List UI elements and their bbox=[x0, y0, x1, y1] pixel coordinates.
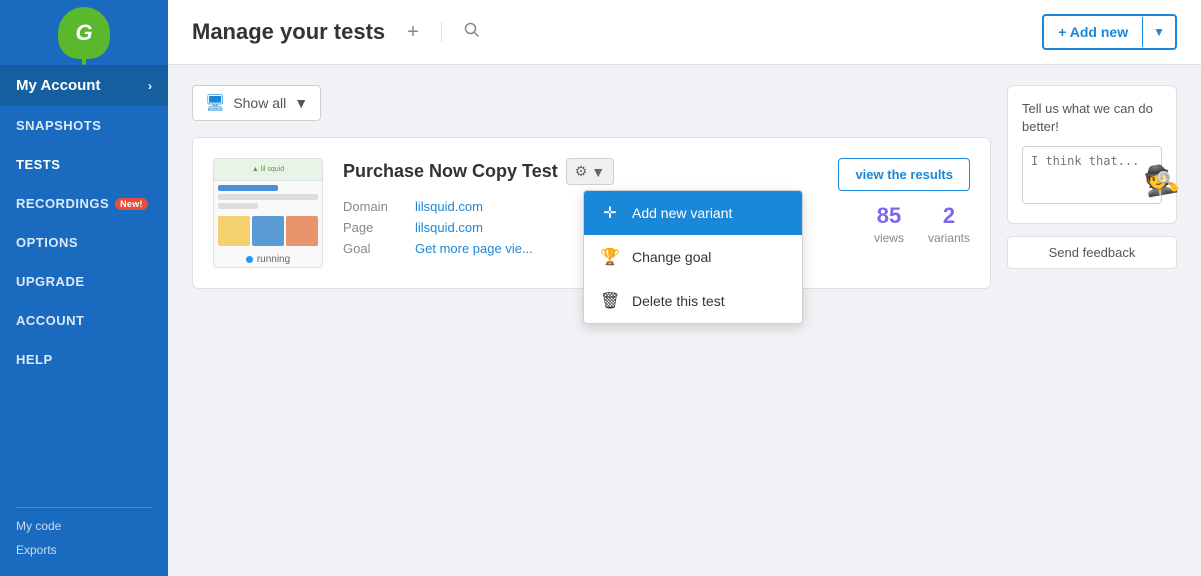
sidebar-item-upgrade[interactable]: UPGRADE bbox=[0, 262, 168, 301]
thumb-line-1 bbox=[218, 185, 278, 191]
domain-label: Domain bbox=[343, 199, 403, 214]
send-feedback-button[interactable]: Send feedback bbox=[1007, 236, 1177, 269]
test-gear-button[interactable]: ⚙ ▼ bbox=[566, 158, 614, 185]
views-label: views bbox=[874, 231, 904, 245]
my-code-link[interactable]: My code bbox=[16, 516, 152, 536]
status-dot-icon bbox=[246, 256, 253, 263]
test-dropdown-menu: ✛ Add new variant 🏆 Change goal 🗑 Delete… bbox=[583, 190, 803, 324]
upgrade-label: UPGRADE bbox=[16, 274, 85, 289]
my-account-chevron: › bbox=[148, 79, 152, 93]
page-value[interactable]: lilsquid.com bbox=[415, 220, 483, 235]
main-content: Manage your tests + + Add new ▼ bbox=[168, 0, 1201, 576]
add-variant-label: Add new variant bbox=[632, 205, 732, 221]
help-label: HELP bbox=[16, 352, 53, 367]
sidebar-divider bbox=[16, 507, 152, 508]
test-title-row: Purchase Now Copy Test ⚙ ▼ bbox=[343, 158, 818, 185]
filter-bar: 🖥 Show all ▼ bbox=[192, 85, 991, 121]
views-stat: 85 views bbox=[874, 203, 904, 245]
thumb-top: ▲ lil squid bbox=[214, 159, 322, 181]
sidebar-bottom: My code Exports bbox=[0, 516, 168, 576]
variants-value: 2 bbox=[928, 203, 970, 229]
add-new-label: + Add new bbox=[1058, 24, 1128, 40]
tests-label: TESTS bbox=[16, 157, 60, 172]
add-new-main[interactable]: + Add new bbox=[1044, 16, 1142, 48]
trash-icon: 🗑 bbox=[600, 291, 620, 311]
status-label: running bbox=[257, 254, 290, 265]
feedback-input[interactable] bbox=[1022, 146, 1162, 204]
sidebar-nav: SNAPSHOTS TESTS RECORDINGS New! OPTIONS … bbox=[0, 106, 168, 499]
add-icon-button[interactable]: + bbox=[401, 17, 425, 48]
page-title: Manage your tests bbox=[192, 19, 385, 45]
my-account-item[interactable]: My Account › bbox=[0, 65, 168, 106]
new-badge: New! bbox=[115, 198, 148, 210]
test-actions: view the results 85 views 2 variants bbox=[838, 158, 970, 245]
exports-link[interactable]: Exports bbox=[16, 540, 152, 560]
options-label: OPTIONS bbox=[16, 235, 78, 250]
test-stats: 85 views 2 variants bbox=[874, 203, 970, 245]
delete-test-item[interactable]: 🗑 Delete this test bbox=[584, 279, 802, 323]
monitor-icon: 🖥 bbox=[205, 93, 225, 113]
my-account-label: My Account bbox=[16, 77, 100, 94]
recordings-label: RECORDINGS bbox=[16, 196, 109, 211]
right-panel: Tell us what we can do better! 🕵️ Send f… bbox=[1007, 85, 1177, 556]
logo-letter: G bbox=[75, 20, 92, 46]
gear-chevron-icon: ▼ bbox=[591, 164, 605, 180]
tests-panel: 🖥 Show all ▼ ▲ lil squid bbox=[192, 85, 991, 556]
add-new-dropdown[interactable]: ▼ bbox=[1142, 17, 1175, 47]
page-label: Page bbox=[343, 220, 403, 235]
logo[interactable]: G bbox=[0, 0, 168, 65]
thumb-line-2 bbox=[218, 194, 318, 200]
show-all-button[interactable]: 🖥 Show all ▼ bbox=[192, 85, 321, 121]
add-variant-icon: ✛ bbox=[600, 203, 620, 223]
domain-value[interactable]: lilsquid.com bbox=[415, 199, 483, 214]
thumb-status: running bbox=[214, 250, 322, 267]
goal-label: Goal bbox=[343, 241, 403, 256]
show-all-label: Show all bbox=[233, 95, 286, 111]
change-goal-label: Change goal bbox=[632, 249, 711, 265]
thumb-images bbox=[218, 216, 318, 246]
content-area: 🖥 Show all ▼ ▲ lil squid bbox=[168, 65, 1201, 576]
thumb-block-1 bbox=[218, 216, 250, 246]
search-icon-button[interactable] bbox=[458, 17, 486, 48]
thumb-line-3 bbox=[218, 203, 258, 209]
header: Manage your tests + + Add new ▼ bbox=[168, 0, 1201, 65]
sidebar-item-options[interactable]: OPTIONS bbox=[0, 223, 168, 262]
variants-stat: 2 variants bbox=[928, 203, 970, 245]
goal-value[interactable]: Get more page vie... bbox=[415, 241, 533, 256]
sidebar-item-account[interactable]: ACCOUNT bbox=[0, 301, 168, 340]
test-name: Purchase Now Copy Test bbox=[343, 161, 558, 182]
view-results-button[interactable]: view the results bbox=[838, 158, 970, 191]
feedback-card: Tell us what we can do better! 🕵️ bbox=[1007, 85, 1177, 224]
delete-test-label: Delete this test bbox=[632, 293, 725, 309]
sidebar-item-help[interactable]: HELP bbox=[0, 340, 168, 379]
trophy-icon: 🏆 bbox=[600, 247, 620, 267]
header-left: Manage your tests + bbox=[192, 17, 486, 48]
feedback-prompt: Tell us what we can do better! bbox=[1022, 100, 1162, 136]
sidebar-item-tests[interactable]: TESTS bbox=[0, 145, 168, 184]
change-goal-item[interactable]: 🏆 Change goal bbox=[584, 235, 802, 279]
views-value: 85 bbox=[874, 203, 904, 229]
dropdown-chevron-icon: ▼ bbox=[1153, 25, 1165, 39]
variants-label: variants bbox=[928, 231, 970, 245]
sidebar: G My Account › SNAPSHOTS TESTS RECORDING… bbox=[0, 0, 168, 576]
thumb-block-2 bbox=[252, 216, 284, 246]
gear-icon: ⚙ bbox=[575, 163, 588, 180]
account-label: ACCOUNT bbox=[16, 313, 85, 328]
test-thumbnail: ▲ lil squid running bbox=[213, 158, 323, 268]
snapshots-label: SNAPSHOTS bbox=[16, 118, 101, 133]
sidebar-item-recordings[interactable]: RECORDINGS New! bbox=[0, 184, 168, 223]
add-variant-item[interactable]: ✛ Add new variant bbox=[584, 191, 802, 235]
header-divider bbox=[441, 22, 442, 42]
sidebar-item-snapshots[interactable]: SNAPSHOTS bbox=[0, 106, 168, 145]
thumb-block-3 bbox=[286, 216, 318, 246]
thumb-content bbox=[214, 181, 322, 250]
test-card: ▲ lil squid running bbox=[192, 137, 991, 289]
show-all-chevron: ▼ bbox=[294, 95, 308, 111]
logo-icon: G bbox=[58, 7, 110, 59]
add-new-button[interactable]: + Add new ▼ bbox=[1042, 14, 1177, 50]
